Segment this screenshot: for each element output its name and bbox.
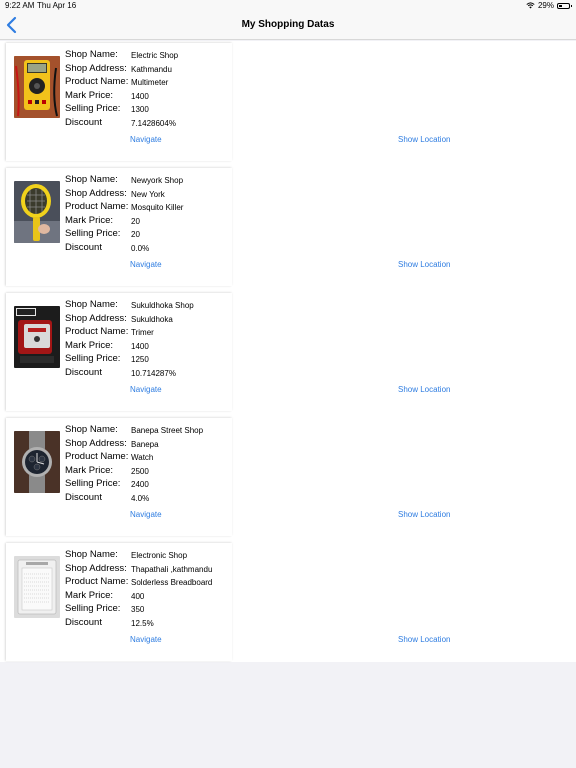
- navigate-button[interactable]: Navigate: [130, 385, 162, 394]
- shop-address-label: Shop Address:: [65, 312, 127, 324]
- shop-name-label: Shop Name:: [65, 549, 118, 560]
- navigate-button[interactable]: Navigate: [130, 635, 162, 644]
- selling-price-label: Selling Price:: [65, 228, 121, 239]
- shop-name-label: Shop Name:: [65, 424, 118, 435]
- screen: 9:22 AM Thu Apr 16 29% My Shopping Datas: [0, 0, 576, 768]
- discount-label: Discount: [65, 116, 102, 128]
- watch-photo: [14, 431, 60, 493]
- discount-value: 0.0%: [131, 243, 150, 253]
- shopping-card: Shop Name: Electronic Shop Shop Address:…: [6, 543, 450, 661]
- navigate-button[interactable]: Navigate: [130, 135, 162, 144]
- shopping-card: Shop Name: Electric Shop Shop Address: K…: [6, 43, 450, 161]
- shop-name-value: Newyork Shop: [131, 176, 184, 185]
- status-time: 9:22 AM: [5, 1, 35, 10]
- product-name-value: Mosquito Killer: [131, 203, 184, 212]
- show-location-button[interactable]: Show Location: [398, 635, 450, 644]
- shop-name-value: Sukuldhoka Shop: [131, 301, 194, 310]
- mark-price-value: 2500: [131, 466, 149, 476]
- discount-value: 4.0%: [131, 493, 150, 503]
- discount-label: Discount: [65, 616, 102, 628]
- mosquito-killer-photo: [14, 181, 60, 243]
- selling-price-label: Selling Price:: [65, 103, 121, 114]
- discount-label: Discount: [65, 241, 102, 253]
- breadboard-photo: [14, 556, 60, 618]
- product-name-value: Multimeter: [131, 78, 169, 87]
- shop-address-value: Banepa: [131, 439, 159, 449]
- shop-name-label: Shop Name:: [65, 174, 118, 185]
- selling-price-value: 1300: [131, 105, 149, 114]
- battery-icon: [557, 2, 572, 9]
- selling-price-label: Selling Price:: [65, 353, 121, 364]
- status-bar: 9:22 AM Thu Apr 16 29%: [0, 0, 576, 12]
- product-name-label: Product Name:: [65, 576, 129, 587]
- trimmer-photo: [14, 306, 60, 368]
- show-location-button[interactable]: Show Location: [398, 510, 450, 519]
- discount-value: 12.5%: [131, 618, 154, 628]
- selling-price-value: 20: [131, 230, 140, 239]
- wifi-icon: [526, 2, 535, 9]
- mark-price-label: Mark Price:: [65, 339, 114, 351]
- shop-address-value: Kathmandu: [131, 64, 172, 74]
- mark-price-value: 1400: [131, 341, 149, 351]
- shopping-card: Shop Name: Banepa Street Shop Shop Addre…: [6, 418, 450, 536]
- shop-name-value: Electric Shop: [131, 51, 179, 60]
- page-title: My Shopping Datas: [241, 19, 335, 30]
- shopping-card: Shop Name: Sukuldhoka Shop Shop Address:…: [6, 293, 450, 411]
- shop-name-value: Banepa Street Shop: [131, 426, 204, 435]
- mark-price-label: Mark Price:: [65, 89, 114, 101]
- mark-price-label: Mark Price:: [65, 464, 114, 476]
- product-name-value: Solderless Breadboard: [131, 578, 213, 587]
- shop-address-value: New York: [131, 189, 165, 199]
- navigation-bar: My Shopping Datas: [0, 12, 576, 40]
- shop-name-value: Electronic Shop: [131, 551, 188, 560]
- status-date: Thu Apr 16: [37, 1, 77, 10]
- mark-price-value: 400: [131, 591, 145, 601]
- shop-address-label: Shop Address:: [65, 562, 127, 574]
- shopping-list[interactable]: Shop Name: Electric Shop Shop Address: K…: [0, 41, 576, 662]
- status-right: 29%: [526, 1, 572, 10]
- selling-price-label: Selling Price:: [65, 478, 121, 489]
- product-name-label: Product Name:: [65, 326, 129, 337]
- discount-label: Discount: [65, 491, 102, 503]
- product-name-label: Product Name:: [65, 201, 129, 212]
- navigate-button[interactable]: Navigate: [130, 510, 162, 519]
- show-location-button[interactable]: Show Location: [398, 385, 450, 394]
- show-location-button[interactable]: Show Location: [398, 260, 450, 269]
- selling-price-value: 2400: [131, 480, 149, 489]
- battery-percent: 29%: [537, 1, 554, 10]
- selling-price-value: 350: [131, 605, 145, 614]
- selling-price-label: Selling Price:: [65, 603, 121, 614]
- discount-value: 10.714287%: [131, 368, 176, 378]
- multimeter-photo: [14, 56, 60, 118]
- shop-address-label: Shop Address:: [65, 437, 127, 449]
- shopping-card: Shop Name: Newyork Shop Shop Address: Ne…: [6, 168, 450, 286]
- mark-price-label: Mark Price:: [65, 214, 114, 226]
- product-name-value: Watch: [131, 453, 154, 462]
- mark-price-value: 20: [131, 216, 140, 226]
- discount-value: 7.1428604%: [131, 118, 176, 128]
- shop-address-label: Shop Address:: [65, 62, 127, 74]
- battery-fill: [559, 4, 562, 7]
- navigate-button[interactable]: Navigate: [130, 260, 162, 269]
- product-name-label: Product Name:: [65, 451, 129, 462]
- product-name-value: Trimer: [131, 328, 154, 337]
- selling-price-value: 1250: [131, 355, 149, 364]
- shop-address-value: Thapathali ,kathmandu: [131, 564, 213, 574]
- shop-name-label: Shop Name:: [65, 299, 118, 310]
- mark-price-label: Mark Price:: [65, 589, 114, 601]
- mark-price-value: 1400: [131, 91, 149, 101]
- shop-name-label: Shop Name:: [65, 49, 118, 60]
- discount-label: Discount: [65, 366, 102, 378]
- product-name-label: Product Name:: [65, 76, 129, 87]
- shop-address-label: Shop Address:: [65, 187, 127, 199]
- shop-address-value: Sukuldhoka: [131, 314, 173, 324]
- show-location-button[interactable]: Show Location: [398, 135, 450, 144]
